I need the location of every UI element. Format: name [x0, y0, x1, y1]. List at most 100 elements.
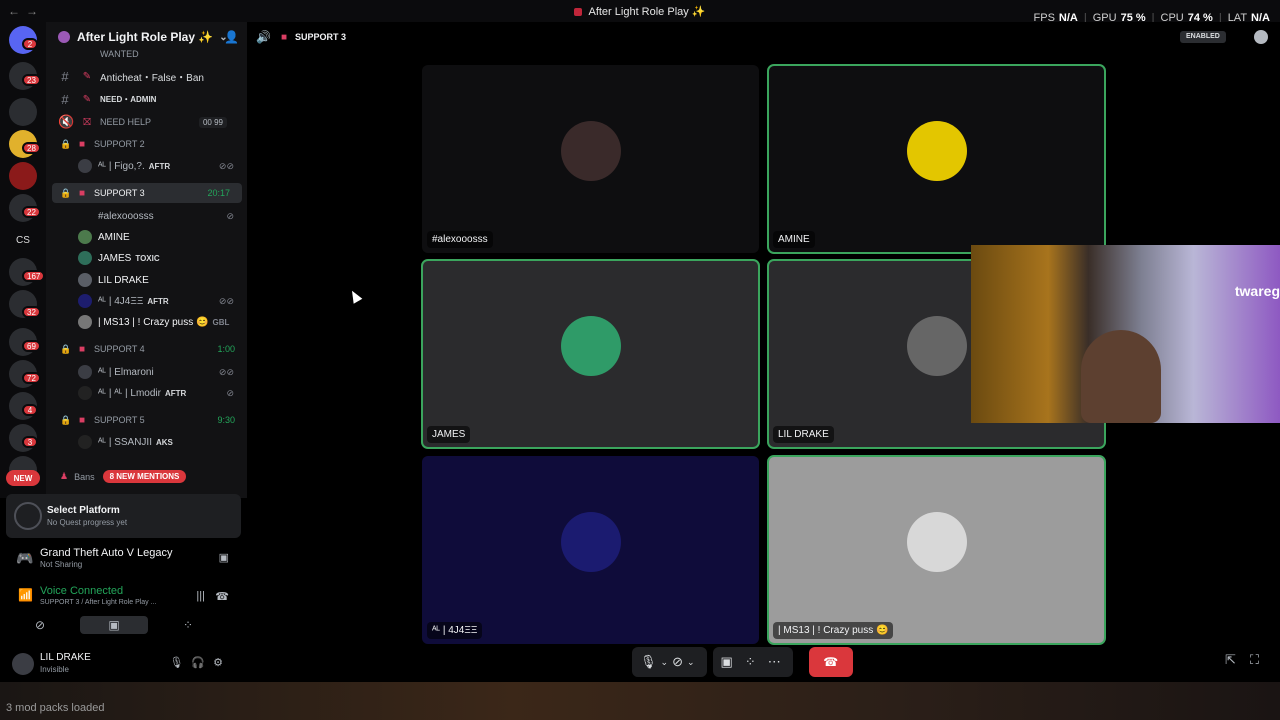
video-off-button[interactable]: ⊘ — [6, 616, 74, 634]
quest-panel[interactable]: Select Platform No Quest progress yet — [6, 494, 241, 538]
bans-icon: ♟ — [60, 471, 69, 481]
channel-support-5[interactable]: 🔒 ■ SUPPORT 5 9:30 — [46, 410, 247, 430]
voice-user[interactable]: LIL DRAKE — [76, 270, 246, 290]
avatar — [78, 365, 92, 379]
avatar — [560, 121, 621, 181]
voice-icon: 🔊 — [256, 30, 271, 44]
hang-up-button[interactable]: ☎ — [808, 647, 853, 677]
channel-support-2[interactable]: 🔒 ■ SUPPORT 2 — [46, 134, 247, 154]
chevron-down-icon[interactable]: ⌄ — [661, 647, 669, 677]
noise-suppression-icon[interactable]: ||| — [196, 590, 205, 602]
muted-icon: ⊘⊘ — [218, 366, 234, 377]
channel-bans[interactable]: ♟ Bans 8 NEW MENTIONS — [60, 470, 187, 483]
speaker-icon: ■ — [78, 138, 86, 150]
voice-user[interactable]: AMINE — [76, 227, 246, 247]
speaker-icon: ■ — [280, 31, 287, 43]
chevron-down-icon[interactable]: ⌄ — [687, 647, 695, 677]
share-screen-icon[interactable]: ▣ — [219, 551, 229, 564]
badge: 22 — [22, 206, 41, 218]
video-tile[interactable]: #alexooosss — [422, 65, 759, 253]
voice-user[interactable]: ᴬᴸ | Figo,?. AFTR ⊘⊘ — [76, 156, 246, 176]
avatar — [78, 294, 92, 308]
signal-icon: 📶 — [18, 588, 33, 602]
channel-need-admin[interactable]: # ✎ NEED・ADMIN — [46, 89, 247, 109]
speaker-icon: ■ — [78, 187, 86, 199]
more-icon[interactable]: ⋯ — [768, 647, 781, 677]
channel-support-3[interactable]: 🔒 ■ SUPPORT 3 20:17 — [52, 183, 242, 203]
server-icon[interactable] — [9, 162, 37, 190]
avatar — [560, 316, 621, 376]
badge: 72 — [22, 372, 41, 384]
hash-icon: # — [61, 68, 69, 84]
extra-group: ▣ ⁘ ⋯ — [712, 647, 793, 677]
channel-sidebar: After Light Role Play ✨ ⌄ 👤 WANTED # ✎ Ant… — [46, 22, 247, 498]
new-pill[interactable]: NEW — [6, 470, 40, 486]
activities-button[interactable]: ⁘ — [154, 616, 222, 634]
badge: 2 — [22, 38, 38, 50]
disconnect-icon[interactable]: ☎ — [215, 590, 229, 603]
chat-icon[interactable] — [1254, 30, 1268, 44]
app-icon — [574, 8, 583, 16]
channel-anticheat[interactable]: # ✎ Anticheat・False・Ban — [46, 66, 247, 86]
lock-icon: 🔒 — [60, 343, 72, 354]
voice-connected-panel: 📶 Voice Connected SUPPORT 3 / After Ligh… — [18, 585, 229, 606]
screen-share-icon[interactable]: ▣ — [721, 647, 733, 677]
voice-user[interactable]: JAMES TOXIC — [76, 248, 246, 268]
alarm-icon: ⛝ — [83, 116, 91, 128]
stage-view-controls[interactable]: ⇱⛶ — [1225, 652, 1273, 668]
stage-header: 🔊 ■ SUPPORT 3 — [256, 30, 347, 44]
server-icon[interactable]: CS — [9, 226, 37, 254]
avatar — [78, 435, 92, 449]
muted-icon: ⊘ — [226, 387, 234, 398]
avatar — [78, 230, 92, 244]
call-controls: 🎙 ⌄ ⊘ ⌄ ▣ ⁘ ⋯ ☎ — [632, 646, 853, 678]
server-logo-icon — [58, 31, 70, 43]
streamer-webcam: twareg — [971, 245, 1280, 423]
voice-user[interactable]: ᴬᴸ | Elmaroni ⊘⊘ — [76, 362, 246, 382]
user-panel: LIL DRAKE Invisible 🎙🎧⚙ — [6, 650, 241, 678]
pencil-icon: ✎ — [82, 93, 92, 105]
avatar — [906, 121, 967, 181]
video-off-icon: ⊘ — [226, 210, 234, 221]
activities-icon[interactable]: ⁘ — [745, 647, 756, 677]
invite-icon[interactable]: 👤 — [224, 30, 239, 44]
microphone-icon[interactable]: 🎙 — [640, 647, 657, 677]
voice-user[interactable]: | MS13 | ! Crazy puss 😊 GBL — [76, 312, 246, 332]
speaker-icon: ■ — [78, 414, 86, 426]
avatar — [78, 273, 92, 287]
speaker-muted-icon: 🔇 — [58, 114, 75, 129]
mic-group: 🎙 ⌄ ⊘ ⌄ — [632, 647, 707, 677]
video-tile[interactable]: JAMES — [421, 259, 760, 449]
user-controls[interactable]: 🎙🎧⚙ — [169, 656, 231, 669]
badge: 3 — [22, 436, 38, 448]
video-tile[interactable]: | MS13 | ! Crazy puss 😊 — [767, 455, 1106, 645]
voice-user[interactable]: ᴬᴸ | 4J4ΞΞ AFTR ⊘⊘ — [76, 291, 246, 311]
badge: 4 — [22, 404, 38, 416]
game-activity: 🎮 Grand Theft Auto V Legacy Not Sharing … — [16, 547, 229, 569]
voice-buttons: ⊘ ▣ ⁘ — [6, 616, 241, 636]
avatar[interactable] — [12, 653, 34, 675]
mentions-badge[interactable]: 8 NEW MENTIONS — [102, 470, 187, 483]
voice-user[interactable]: ᴬᴸ | SSANJII AKS — [76, 432, 246, 452]
muted-icon: ⊘⊘ — [218, 160, 234, 171]
voice-user[interactable]: ᴬᴸ | ᴬᴸ | Lmodir AFTR ⊘ — [76, 383, 246, 403]
channel-need-help[interactable]: 🔇 ⛝ NEED HELP 00 99 — [46, 112, 247, 132]
badge: 69 — [22, 340, 41, 352]
voice-user[interactable]: #alexooosss ⊘ — [76, 206, 246, 226]
channel-wanted[interactable]: WANTED — [46, 48, 247, 60]
channel-support-4[interactable]: 🔒 ■ SUPPORT 4 1:00 — [46, 339, 247, 359]
game-icon: 🎮 — [16, 550, 34, 566]
video-off-icon[interactable]: ⊘ — [672, 647, 683, 677]
avatar — [560, 512, 621, 572]
video-tile[interactable]: AMINE — [767, 64, 1106, 254]
video-tile[interactable]: ᴬᴸ | 4J4ΞΞ — [422, 456, 759, 644]
quest-progress-ring — [14, 502, 42, 530]
hash-icon: # — [61, 91, 69, 107]
screen-share-button[interactable]: ▣ — [80, 616, 148, 634]
status-badge: ENABLED — [1180, 31, 1226, 43]
server-icon[interactable] — [9, 98, 37, 126]
avatar — [78, 251, 92, 265]
avatar — [78, 315, 92, 329]
badge: 28 — [22, 142, 41, 154]
avatar — [78, 386, 92, 400]
